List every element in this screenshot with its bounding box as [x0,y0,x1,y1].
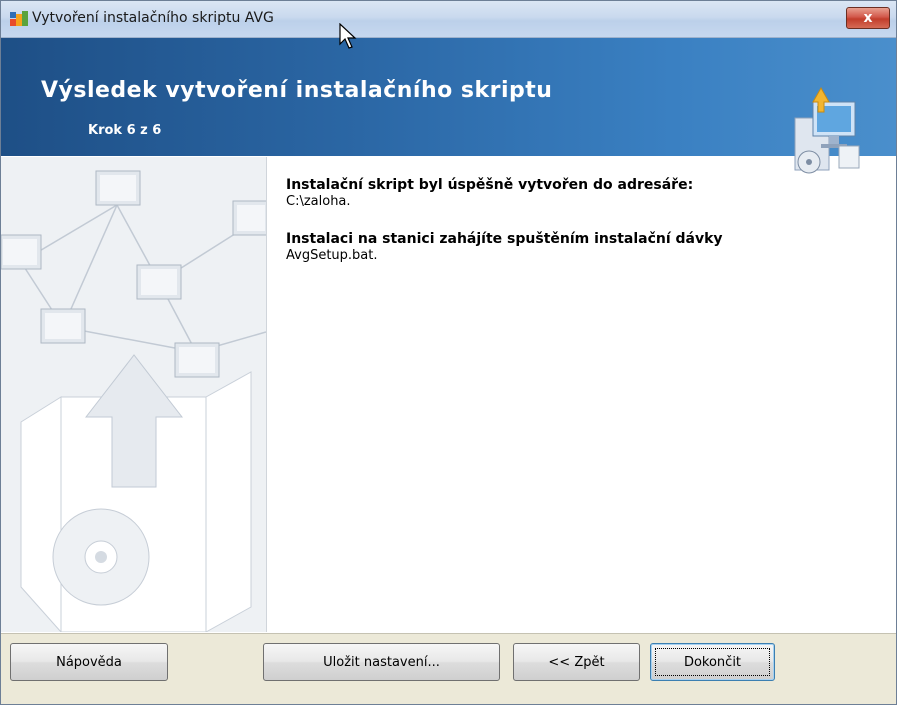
install-instruction-message: Instalaci na stanici zahájíte spuštěním … [286,231,723,247]
installer-window: Vytvoření instalačního skriptu AVG x Výs… [0,0,897,705]
title-bar[interactable]: Vytvoření instalačního skriptu AVG x [1,1,896,38]
avg-app-icon [10,11,28,26]
batch-file-name: AvgSetup.bat. [286,248,378,263]
page-title: Výsledek vytvoření instalačního skriptu [41,78,553,103]
close-button[interactable]: x [846,7,890,29]
back-button[interactable]: << Zpět [513,643,640,681]
window-title: Vytvoření instalačního skriptu AVG [32,10,274,26]
button-bar: Nápověda Uložit nastavení... << Zpět Dok… [1,633,896,704]
header-banner: Výsledek vytvoření instalačního skriptu … [1,38,896,174]
focus-rectangle [655,648,770,676]
result-content: Instalační skript byl úspěšně vytvořen d… [286,177,866,263]
finish-button[interactable]: Dokončit [650,643,775,681]
network-illustration [1,170,266,632]
setup-computer-icon [794,86,860,174]
mouse-cursor-icon [339,23,357,49]
close-icon: x [863,10,873,26]
script-created-message: Instalační skript byl úspěšně vytvořen d… [286,177,694,193]
help-button[interactable]: Nápověda [10,643,168,681]
script-folder-path: C:\zaloha. [286,194,351,209]
illustration-panel [1,157,267,632]
save-settings-button[interactable]: Uložit nastavení... [263,643,500,681]
step-indicator: Krok 6 z 6 [88,123,162,138]
